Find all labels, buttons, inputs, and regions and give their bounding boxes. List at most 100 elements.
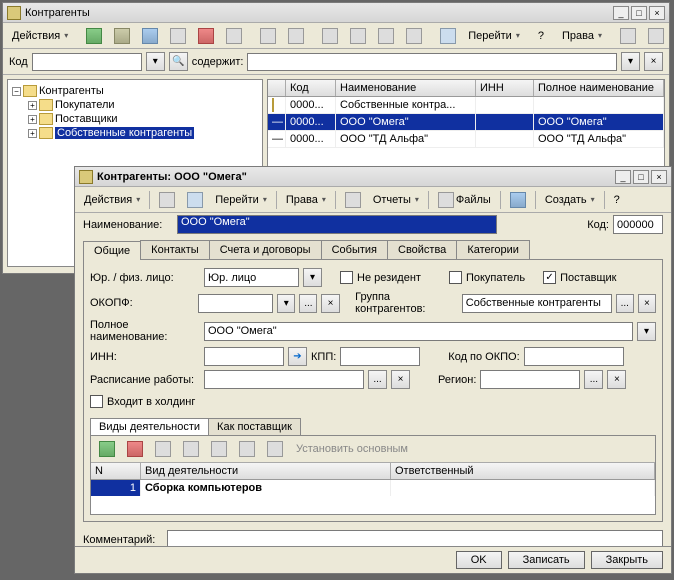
- contains-dropdown[interactable]: ▾: [621, 52, 640, 71]
- expand-icon[interactable]: +: [28, 115, 37, 124]
- supplier-checkbox[interactable]: ✓Поставщик: [543, 271, 616, 284]
- tab-cats[interactable]: Категории: [456, 240, 530, 259]
- act-edit[interactable]: [150, 439, 176, 459]
- filter1-button[interactable]: [317, 26, 343, 46]
- rights-menu[interactable]: Права: [557, 26, 607, 46]
- filter2-button[interactable]: [345, 26, 371, 46]
- col-full[interactable]: Полное наименование: [534, 80, 664, 96]
- buyer-checkbox[interactable]: Покупатель: [449, 271, 525, 284]
- grid-row[interactable]: — 0000... ООО "ТД Альфа" ООО "ТД Альфа": [268, 131, 664, 148]
- search-button[interactable]: 🔍: [169, 52, 188, 71]
- tab-events[interactable]: События: [321, 240, 388, 259]
- tree-item-own[interactable]: + Собственные контрагенты: [28, 126, 258, 140]
- move-button[interactable]: [283, 26, 309, 46]
- fullname-dropdown[interactable]: ▾: [637, 322, 656, 341]
- report-button[interactable]: [340, 190, 366, 210]
- filter-off-button[interactable]: [401, 26, 427, 46]
- tab-general[interactable]: Общие: [83, 241, 141, 260]
- okpo-input[interactable]: [524, 347, 624, 366]
- help-button[interactable]: ?: [609, 190, 625, 210]
- delete-button[interactable]: [193, 26, 219, 46]
- region-clear[interactable]: ×: [607, 370, 626, 389]
- jur-select[interactable]: [204, 268, 299, 287]
- subtab-activities[interactable]: Виды деятельности: [90, 418, 209, 435]
- region-input[interactable]: [480, 370, 580, 389]
- go-menu[interactable]: Перейти: [463, 26, 525, 46]
- col-kind[interactable]: Вид деятельности: [141, 463, 391, 479]
- subtab-as-supplier[interactable]: Как поставщик: [208, 418, 301, 435]
- actions-menu[interactable]: Действия: [7, 26, 73, 46]
- col-inn[interactable]: ИНН: [476, 80, 534, 96]
- help-button[interactable]: ?: [533, 26, 549, 46]
- create-menu[interactable]: Создать: [540, 190, 600, 210]
- grid-row[interactable]: 0000... Собственные контра...: [268, 97, 664, 114]
- reread-button[interactable]: [182, 190, 208, 210]
- copy-button[interactable]: [137, 26, 163, 46]
- email-button[interactable]: [505, 190, 531, 210]
- code-dropdown[interactable]: ▾: [146, 52, 165, 71]
- col-code[interactable]: Код: [286, 80, 336, 96]
- col-n[interactable]: N: [91, 463, 141, 479]
- okopf-clear[interactable]: ×: [321, 294, 339, 313]
- collapse-icon[interactable]: −: [12, 87, 21, 96]
- tab-props[interactable]: Свойства: [387, 240, 457, 259]
- group-select[interactable]: ...: [616, 294, 634, 313]
- actions-menu[interactable]: Действия: [79, 190, 145, 210]
- grid-row-selected[interactable]: — 0000... ООО "Омега" ООО "Омега": [268, 114, 664, 131]
- close-button[interactable]: ×: [651, 170, 667, 184]
- col-name[interactable]: Наименование: [336, 80, 476, 96]
- schedule-input[interactable]: [204, 370, 364, 389]
- contains-input[interactable]: [247, 53, 617, 71]
- minimize-button[interactable]: _: [615, 170, 631, 184]
- tb-misc2[interactable]: [643, 26, 669, 46]
- activity-row[interactable]: 1 Сборка компьютеров: [91, 480, 655, 496]
- tb-misc1[interactable]: [615, 26, 641, 46]
- files-button[interactable]: Файлы: [433, 190, 496, 210]
- tree-item-buyers[interactable]: + Покупатели: [28, 98, 258, 112]
- col-responsible[interactable]: Ответственный: [391, 463, 655, 479]
- act-sort[interactable]: [234, 439, 260, 459]
- group-clear[interactable]: ×: [638, 294, 656, 313]
- region-select[interactable]: ...: [584, 370, 603, 389]
- set-main-button[interactable]: Установить основным: [296, 443, 408, 455]
- add-button[interactable]: [81, 26, 107, 46]
- okopf-input[interactable]: [198, 294, 273, 313]
- okopf-select[interactable]: ...: [299, 294, 317, 313]
- ok-button[interactable]: OK: [456, 551, 502, 569]
- act-down[interactable]: [206, 439, 232, 459]
- act-up[interactable]: [178, 439, 204, 459]
- tree-root[interactable]: − Контрагенты: [12, 84, 258, 98]
- mark-button[interactable]: [221, 26, 247, 46]
- hierarchy-button[interactable]: [255, 26, 281, 46]
- save-button[interactable]: Записать: [508, 551, 585, 569]
- schedule-clear[interactable]: ×: [391, 370, 410, 389]
- expand-icon[interactable]: +: [28, 129, 37, 138]
- inn-input[interactable]: [204, 347, 284, 366]
- okopf-dropdown[interactable]: ▾: [277, 294, 295, 313]
- tab-accounts[interactable]: Счета и договоры: [209, 240, 322, 259]
- schedule-select[interactable]: ...: [368, 370, 387, 389]
- go-menu[interactable]: Перейти: [210, 190, 272, 210]
- maximize-button[interactable]: □: [631, 6, 647, 20]
- act-add[interactable]: [94, 439, 120, 459]
- jur-dropdown[interactable]: ▾: [303, 268, 322, 287]
- contains-clear[interactable]: ×: [644, 52, 663, 71]
- name-input[interactable]: ООО "Омега": [177, 215, 497, 234]
- add-folder-button[interactable]: [109, 26, 135, 46]
- expand-icon[interactable]: +: [28, 101, 37, 110]
- holding-checkbox[interactable]: Входит в холдинг: [90, 395, 195, 408]
- nonresident-checkbox[interactable]: Не резидент: [340, 271, 421, 284]
- tab-contacts[interactable]: Контакты: [140, 240, 210, 259]
- minimize-button[interactable]: _: [613, 6, 629, 20]
- close-button[interactable]: Закрыть: [591, 551, 663, 569]
- fullname-input[interactable]: [204, 322, 633, 341]
- act-sort2[interactable]: [262, 439, 288, 459]
- inn-arrow-button[interactable]: ➔: [288, 347, 307, 366]
- act-del[interactable]: [122, 439, 148, 459]
- tree-item-suppliers[interactable]: + Поставщики: [28, 112, 258, 126]
- rights-menu[interactable]: Права: [281, 190, 331, 210]
- refresh-button[interactable]: [435, 26, 461, 46]
- group-input[interactable]: [462, 294, 612, 313]
- maximize-button[interactable]: □: [633, 170, 649, 184]
- code-input[interactable]: [613, 215, 663, 234]
